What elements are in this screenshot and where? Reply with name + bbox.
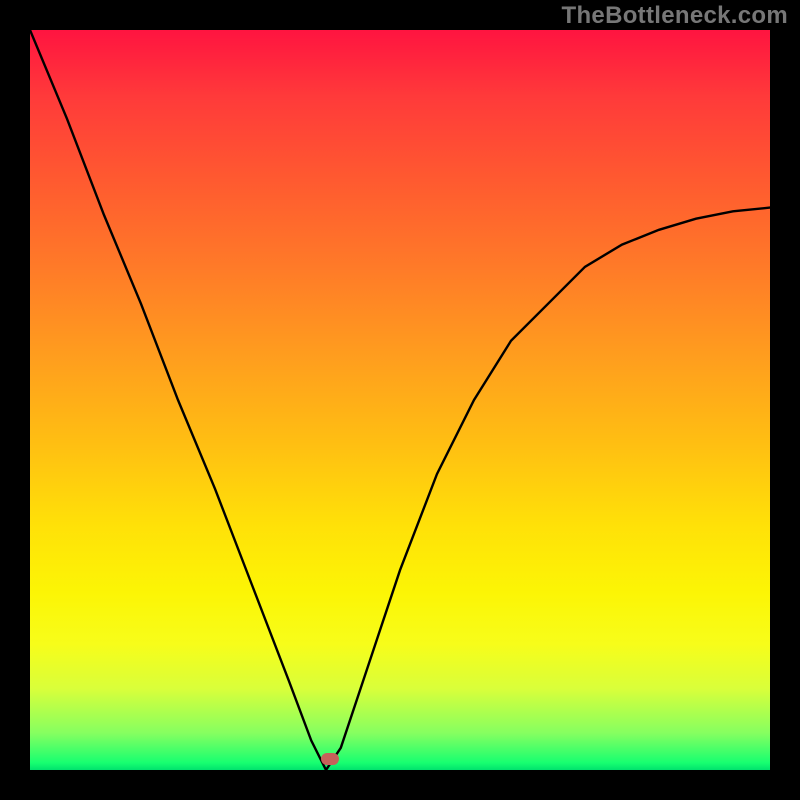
plot-area	[30, 30, 770, 770]
curve-layer	[30, 30, 770, 770]
optimal-marker	[321, 753, 339, 765]
chart-frame: TheBottleneck.com	[0, 0, 800, 800]
watermark-text: TheBottleneck.com	[562, 2, 788, 30]
bottleneck-curve	[30, 30, 770, 770]
